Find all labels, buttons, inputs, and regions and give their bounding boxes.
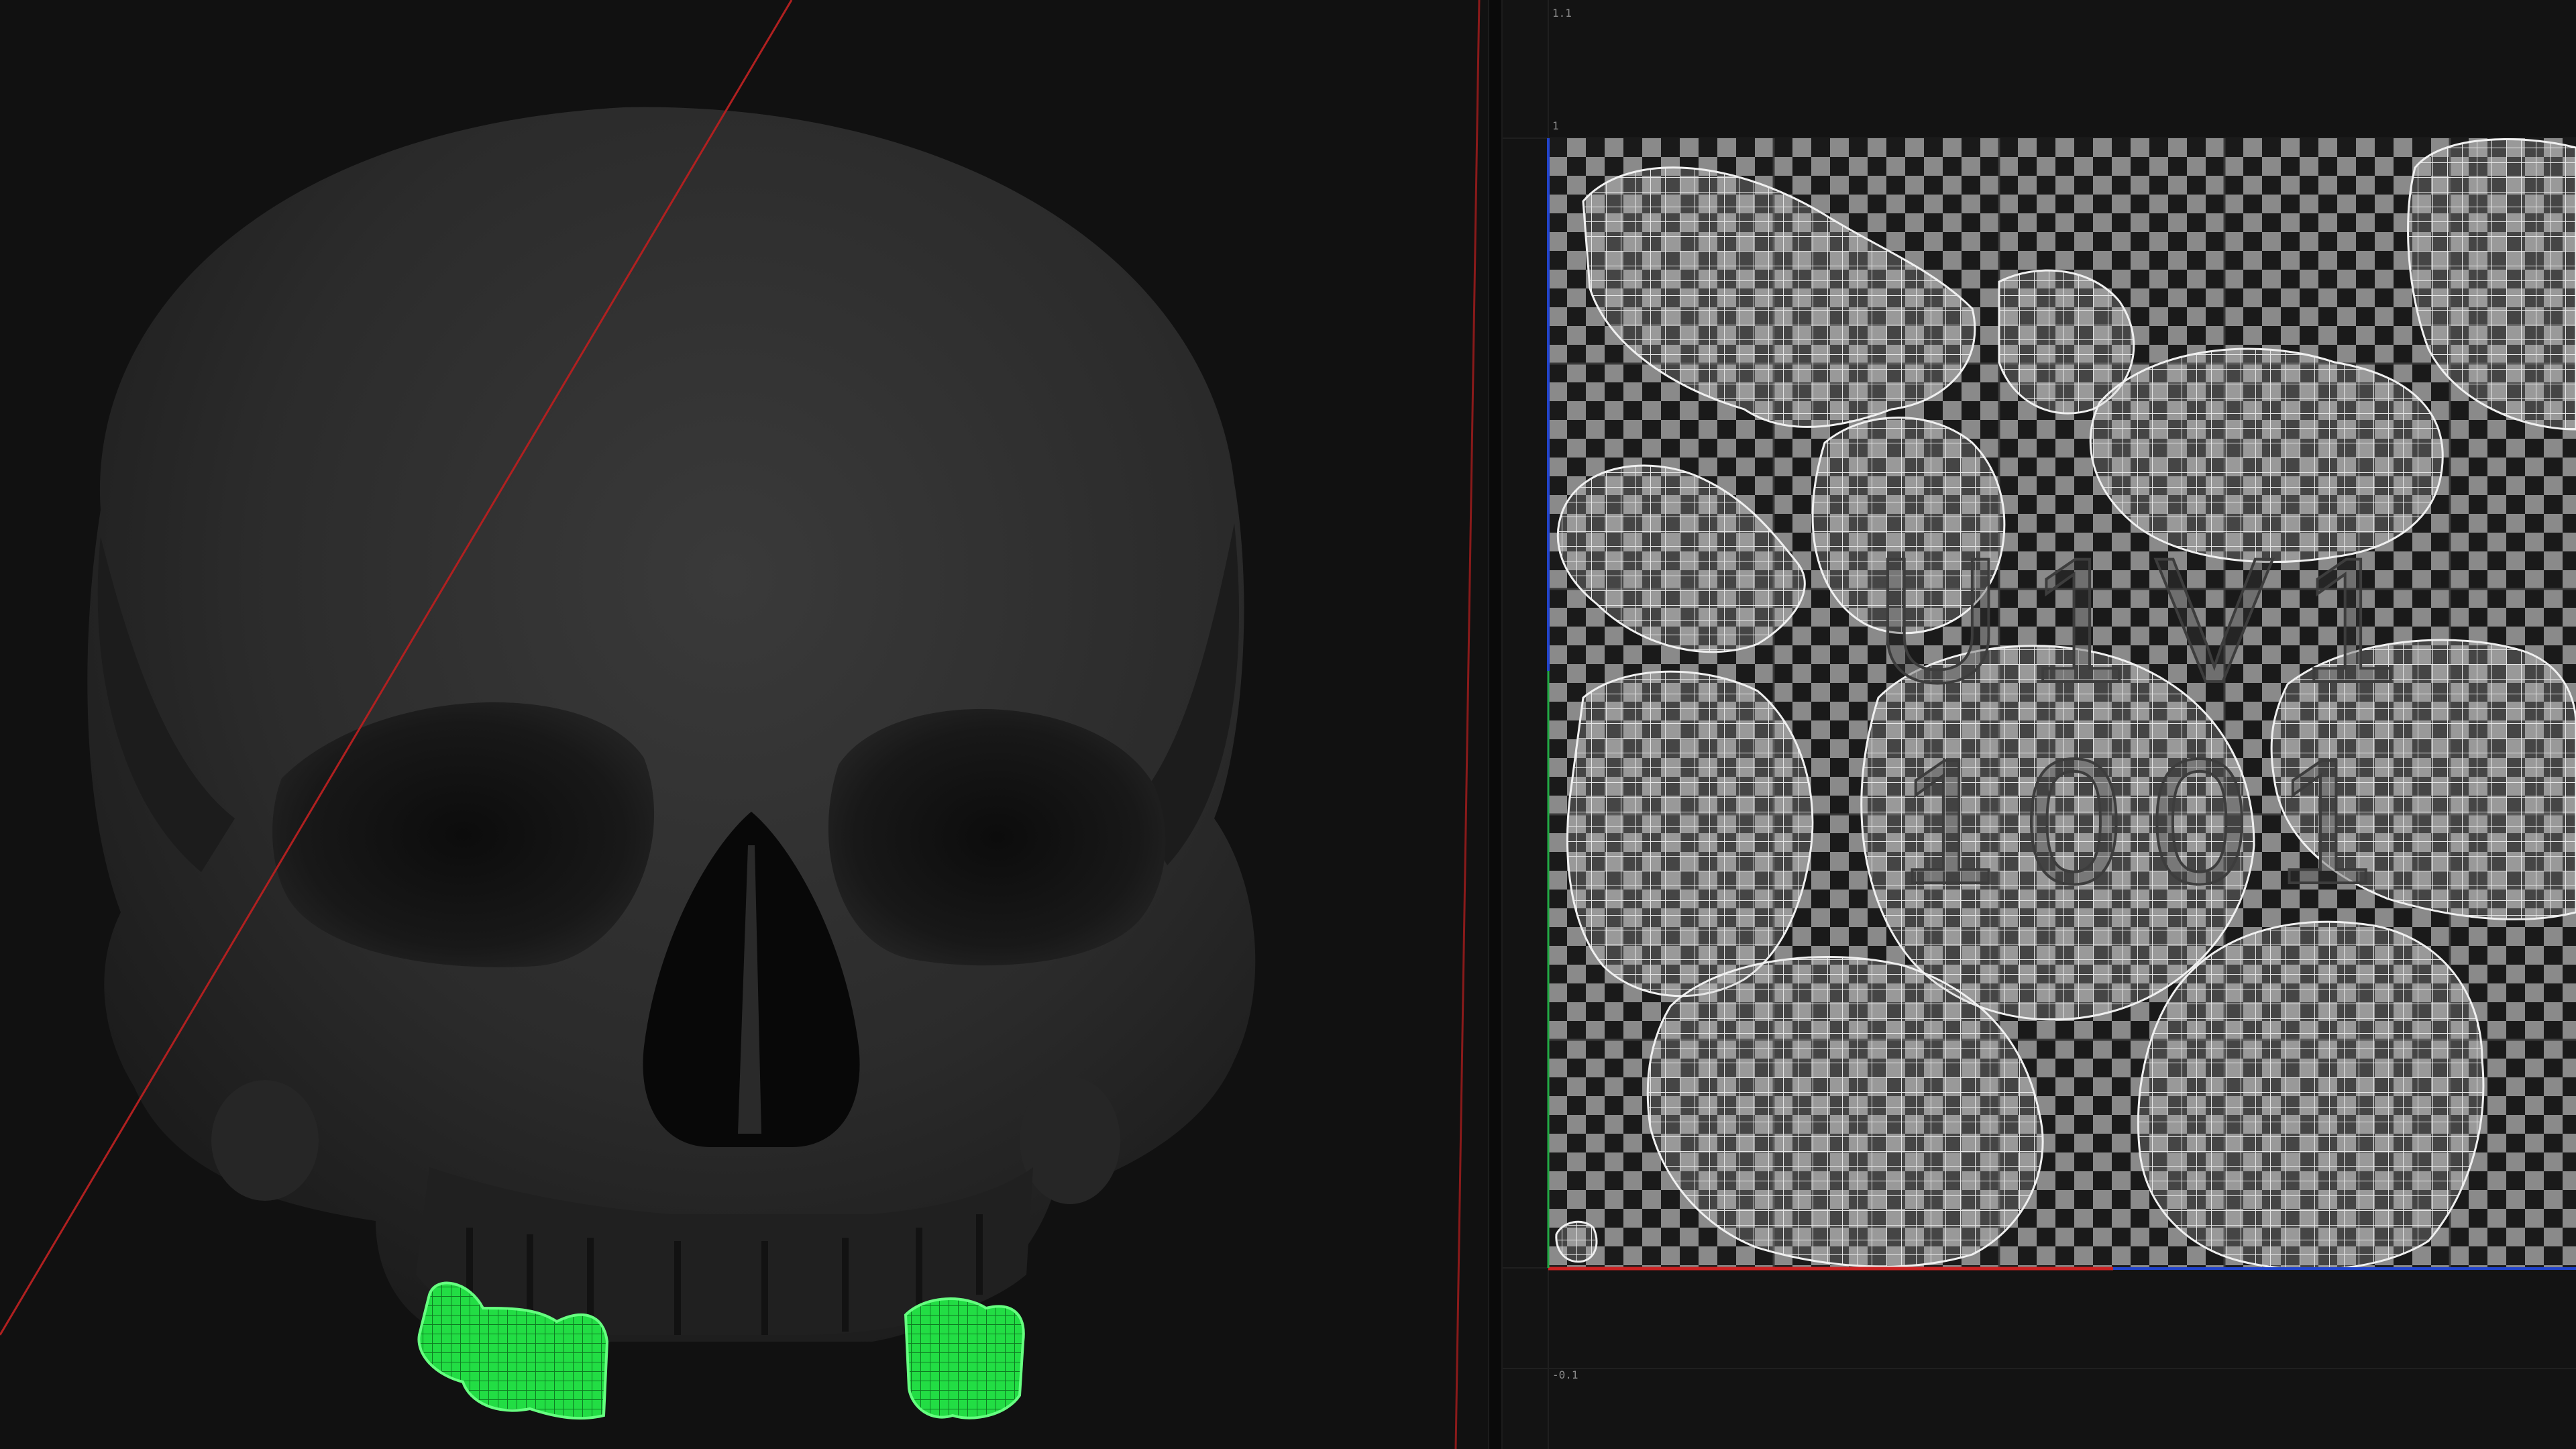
viewport-canvas[interactable] bbox=[0, 0, 1488, 1449]
uv-canvas[interactable] bbox=[1503, 0, 2576, 1449]
axis-label-top: 1.1 bbox=[1552, 7, 1572, 19]
uv-island[interactable] bbox=[2089, 347, 2444, 564]
uv-island[interactable] bbox=[1811, 417, 2006, 635]
viewport-edge-line bbox=[1454, 0, 1481, 1449]
uv-island[interactable] bbox=[2137, 920, 2485, 1269]
application-window: U1V1 1001 1.1 1 -0.1 bbox=[0, 0, 2576, 1449]
panel-splitter[interactable] bbox=[1488, 0, 1503, 1449]
selected-teeth-right[interactable] bbox=[904, 1297, 1025, 1419]
uv-editor-panel[interactable]: U1V1 1001 1.1 1 -0.1 bbox=[1503, 0, 2576, 1449]
axis-label-bottom: -0.1 bbox=[1552, 1368, 1578, 1381]
uv-island[interactable] bbox=[1566, 670, 1814, 998]
3d-viewport[interactable] bbox=[0, 0, 1488, 1449]
axis-label-one: 1 bbox=[1552, 119, 1559, 132]
right-eye-socket bbox=[828, 708, 1166, 966]
skull-mesh[interactable] bbox=[87, 107, 1256, 1342]
uv-island[interactable] bbox=[1555, 1220, 1598, 1263]
uv-island[interactable] bbox=[1860, 645, 2255, 1021]
